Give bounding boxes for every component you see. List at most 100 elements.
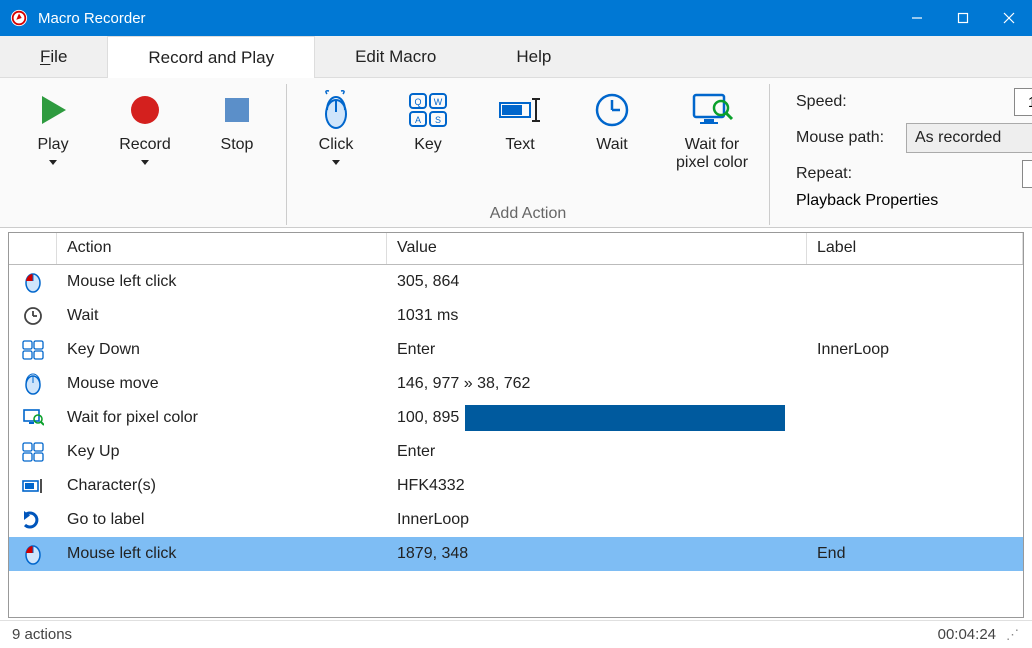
cell-label	[807, 482, 1023, 490]
mousepath-combo[interactable]: As recorded	[906, 123, 1032, 153]
keys-icon	[9, 438, 57, 466]
status-count: 9 actions	[12, 626, 72, 643]
cell-action: Mouse left click	[57, 269, 387, 295]
click-button[interactable]: Click	[301, 90, 371, 165]
table-row[interactable]: Mouse left click305, 864	[9, 265, 1023, 299]
cell-label	[807, 278, 1023, 286]
stop-button[interactable]: Stop	[202, 90, 272, 154]
cell-value: 100, 895	[387, 401, 807, 435]
speed-input[interactable]	[1014, 88, 1032, 116]
tab-help[interactable]: Help	[476, 36, 591, 77]
tab-record-and-play[interactable]: Record and Play	[107, 36, 315, 78]
cell-value: HFK4332	[387, 473, 807, 499]
table-row[interactable]: Wait1031 ms	[9, 299, 1023, 333]
mouse-red-icon	[9, 539, 57, 569]
cell-action: Wait	[57, 303, 387, 329]
group-add-action: Click QWAS Key Text Wait Wait for pixel …	[287, 84, 770, 225]
speed-label: Speed:	[796, 93, 906, 111]
mouse-blue-icon	[9, 369, 57, 399]
record-icon	[128, 90, 162, 130]
group-playback-controls: Play Record Stop	[4, 84, 287, 225]
tab-file[interactable]: File	[0, 36, 107, 77]
svg-text:S: S	[435, 115, 441, 125]
grid-container: Action Value Label Mouse left click305, …	[0, 228, 1032, 620]
cell-label: InnerLoop	[807, 337, 1023, 363]
cell-label: End	[807, 541, 1023, 567]
key-button[interactable]: QWAS Key	[393, 90, 463, 154]
cell-value: Enter	[387, 439, 807, 465]
wait-pixel-button[interactable]: Wait for pixel color	[669, 90, 755, 173]
mouse-red-icon	[9, 267, 57, 297]
cell-label	[807, 414, 1023, 422]
svg-text:A: A	[415, 115, 421, 125]
chevron-down-icon	[141, 160, 149, 165]
cell-action: Key Up	[57, 439, 387, 465]
group-playback-properties: Speed: Mouse path: As recorded Repeat: P…	[770, 84, 1032, 225]
table-row[interactable]: Wait for pixel color100, 895	[9, 401, 1023, 435]
group-label-add-action: Add Action	[301, 205, 755, 225]
table-row[interactable]: Key UpEnter	[9, 435, 1023, 469]
table-row[interactable]: Go to labelInnerLoop	[9, 503, 1023, 537]
minimize-button[interactable]	[894, 0, 940, 36]
wait-button[interactable]: Wait	[577, 90, 647, 154]
column-label[interactable]: Label	[807, 233, 1023, 264]
table-row[interactable]: Mouse left click1879, 348End	[9, 537, 1023, 571]
mousepath-label: Mouse path:	[796, 129, 906, 147]
chevron-down-icon	[49, 160, 57, 165]
cell-action: Mouse move	[57, 371, 387, 397]
group-label-playback: Playback Properties	[796, 192, 1032, 210]
close-button[interactable]	[986, 0, 1032, 36]
tabstrip: File Record and Play Edit Macro Help	[0, 36, 1032, 78]
resize-grip[interactable]: ⋰	[1006, 627, 1020, 643]
ribbon: Play Record Stop Click Q W A S	[0, 78, 1032, 228]
table-row[interactable]: Character(s)HFK4332	[9, 469, 1023, 503]
play-icon	[36, 90, 70, 130]
cell-value: Enter	[387, 337, 807, 363]
color-swatch	[465, 405, 785, 431]
cell-value: 1879, 348	[387, 541, 807, 567]
cell-value: 1031 ms	[387, 303, 807, 329]
svg-text:W: W	[434, 97, 443, 107]
cell-label	[807, 312, 1023, 320]
statusbar: 9 actions 00:04:24 ⋰	[0, 620, 1032, 648]
play-button[interactable]: Play	[18, 90, 88, 165]
repeat-input[interactable]	[1022, 160, 1032, 188]
cell-action: Key Down	[57, 337, 387, 363]
svg-text:Q: Q	[414, 97, 421, 107]
text-icon	[9, 474, 57, 498]
goto-icon	[9, 507, 57, 533]
stop-icon	[222, 90, 252, 130]
repeat-label: Repeat:	[796, 165, 906, 183]
cell-label	[807, 516, 1023, 524]
clock-icon	[9, 302, 57, 330]
record-button[interactable]: Record	[110, 90, 180, 165]
monitor-search-icon	[690, 90, 734, 130]
cell-label	[807, 448, 1023, 456]
chevron-down-icon	[332, 160, 340, 165]
table-row[interactable]: Mouse move146, 977 » 38, 762	[9, 367, 1023, 401]
text-icon	[498, 90, 542, 130]
text-button[interactable]: Text	[485, 90, 555, 154]
table-row[interactable]: Key DownEnterInnerLoop	[9, 333, 1023, 367]
cell-label	[807, 380, 1023, 388]
keys-icon	[9, 336, 57, 364]
cell-action: Mouse left click	[57, 541, 387, 567]
titlebar: Macro Recorder	[0, 0, 1032, 36]
maximize-button[interactable]	[940, 0, 986, 36]
window-title: Macro Recorder	[38, 10, 894, 27]
cell-action: Character(s)	[57, 473, 387, 499]
grid-header: Action Value Label	[9, 233, 1023, 265]
cell-value: InnerLoop	[387, 507, 807, 533]
pixel-icon	[9, 404, 57, 432]
status-time: 00:04:24	[938, 626, 996, 643]
column-action[interactable]: Action	[57, 233, 387, 264]
column-value[interactable]: Value	[387, 233, 807, 264]
clock-icon	[594, 90, 630, 130]
cell-action: Wait for pixel color	[57, 405, 387, 431]
cell-value: 305, 864	[387, 269, 807, 295]
action-grid[interactable]: Action Value Label Mouse left click305, …	[8, 232, 1024, 618]
cell-value: 146, 977 » 38, 762	[387, 371, 807, 397]
cell-action: Go to label	[57, 507, 387, 533]
mouse-icon	[319, 90, 353, 130]
tab-edit-macro[interactable]: Edit Macro	[315, 36, 476, 77]
